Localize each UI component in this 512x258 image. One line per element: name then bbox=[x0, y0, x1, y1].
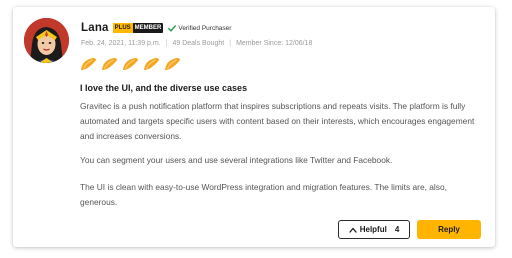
helpful-label: Helpful bbox=[359, 225, 387, 234]
review-header: Lana PLUS MEMBER Verified Purchaser bbox=[81, 20, 231, 36]
reply-button[interactable]: Reply bbox=[417, 220, 481, 239]
username[interactable]: Lana bbox=[81, 22, 109, 34]
review-paragraph: Gravitec is a push notification platform… bbox=[80, 101, 475, 141]
deals-bought: 49 Deals Bought bbox=[172, 40, 225, 47]
arrow-up-icon bbox=[349, 227, 357, 233]
review-title: I love the UI, and the diverse use cases bbox=[80, 83, 248, 93]
rating bbox=[80, 57, 181, 71]
verified-purchaser-badge: Verified Purchaser bbox=[168, 25, 231, 32]
helpful-count: 4 bbox=[394, 225, 400, 234]
checkmark-icon bbox=[168, 24, 177, 32]
helpful-button[interactable]: Helpful 4 bbox=[338, 220, 410, 239]
verified-label: Verified Purchaser bbox=[178, 24, 232, 32]
plus-member-badge: PLUS MEMBER bbox=[112, 23, 164, 33]
avatar[interactable] bbox=[24, 18, 69, 63]
review-paragraph: The UI is clean with easy-to-use WordPre… bbox=[80, 182, 447, 207]
taco-icon bbox=[165, 58, 180, 70]
review-card: Lana PLUS MEMBER Verified Purchaser Feb.… bbox=[13, 7, 495, 247]
taco-icon bbox=[81, 58, 96, 70]
member-since: Member Since: 12/06/18 bbox=[236, 40, 313, 47]
member-badge-label: MEMBER bbox=[132, 23, 164, 33]
taco-icon bbox=[144, 58, 159, 70]
review-meta: Feb. 24, 2021, 11:39 p.m. | 49 Deals Bough… bbox=[81, 40, 313, 47]
wonder-woman-avatar-icon bbox=[24, 18, 69, 63]
taco-icon bbox=[123, 58, 138, 70]
plus-badge-label: PLUS bbox=[112, 23, 133, 33]
review-date: Feb. 24, 2021, 11:39 p.m. bbox=[81, 40, 161, 47]
taco-icon bbox=[102, 58, 117, 70]
review-paragraph: You can segment your users and use sever… bbox=[80, 155, 393, 165]
